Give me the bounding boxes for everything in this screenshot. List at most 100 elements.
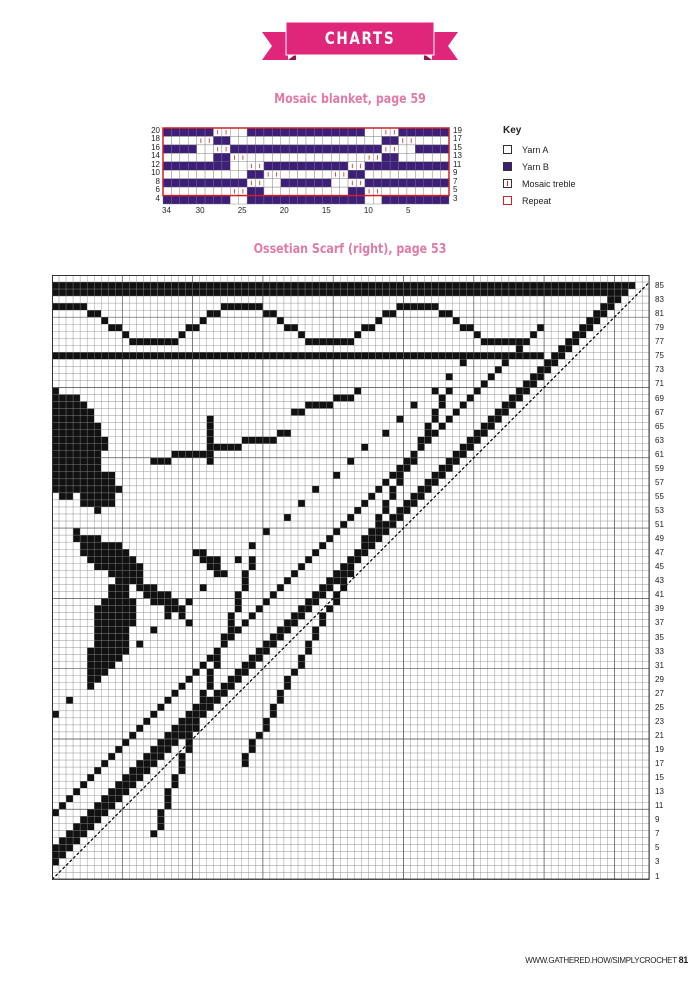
chart-cell bbox=[72, 563, 81, 571]
chart-cell bbox=[403, 302, 411, 311]
chart-cell bbox=[607, 520, 615, 529]
chart-cell bbox=[178, 633, 186, 641]
chart-cell bbox=[635, 401, 643, 409]
chart-cell bbox=[607, 281, 615, 290]
chart-cell bbox=[403, 295, 411, 304]
chart-cell bbox=[157, 478, 165, 487]
chart-cell bbox=[192, 302, 200, 311]
chart-cell bbox=[234, 584, 242, 592]
chart-cell bbox=[607, 478, 615, 487]
chart-cell bbox=[579, 317, 587, 325]
chart-cell bbox=[192, 387, 200, 395]
chart-cell bbox=[318, 506, 327, 515]
chart-cell bbox=[431, 534, 439, 543]
chart-cell bbox=[101, 352, 109, 360]
chart-cell bbox=[586, 584, 594, 592]
chart-cell bbox=[220, 556, 228, 564]
mosaic-cell bbox=[297, 161, 307, 171]
chart-cell bbox=[508, 295, 517, 304]
chart-cell bbox=[220, 387, 228, 395]
chart-cell bbox=[269, 457, 278, 465]
chart-cell bbox=[241, 429, 250, 437]
chart-cell bbox=[297, 302, 306, 311]
chart-cell bbox=[227, 338, 235, 346]
chart-cell bbox=[529, 612, 538, 620]
chart-cell bbox=[494, 485, 503, 494]
chart-cell bbox=[382, 598, 390, 606]
chart-cell bbox=[347, 591, 355, 599]
chart-cell bbox=[143, 513, 151, 522]
chart-cell bbox=[515, 513, 524, 522]
chart-cell bbox=[389, 605, 397, 613]
chart-cell bbox=[438, 422, 446, 430]
chart-cell bbox=[642, 443, 650, 451]
chart-cell bbox=[515, 577, 524, 585]
chart-cell bbox=[101, 563, 109, 571]
chart-cell bbox=[515, 563, 524, 571]
chart-cell bbox=[276, 591, 285, 599]
chart-cell bbox=[375, 302, 383, 311]
chart-cell bbox=[389, 584, 397, 592]
chart-cell bbox=[424, 450, 432, 458]
chart-cell bbox=[283, 288, 292, 297]
chart-cell bbox=[311, 422, 320, 430]
chart-cell bbox=[642, 577, 650, 585]
chart-cell bbox=[122, 295, 130, 304]
chart-cell bbox=[487, 506, 496, 515]
chart-cell bbox=[550, 295, 559, 304]
chart-cell bbox=[572, 647, 580, 655]
chart-cell bbox=[255, 640, 264, 648]
mosaic-cell bbox=[297, 127, 307, 137]
chart-cell bbox=[579, 302, 587, 311]
chart-cell bbox=[333, 548, 341, 557]
chart-cell bbox=[438, 359, 446, 367]
chart-cell bbox=[368, 387, 376, 395]
chart-cell bbox=[494, 309, 503, 318]
chart-cell bbox=[185, 338, 193, 346]
chart-cell bbox=[227, 640, 235, 648]
chart-cell bbox=[297, 464, 306, 473]
chart-cell bbox=[122, 647, 130, 655]
chart-cell bbox=[621, 640, 629, 648]
chart-cell bbox=[600, 380, 608, 388]
chart-cell bbox=[565, 506, 573, 515]
mosaic-cell bbox=[280, 153, 290, 162]
chart-cell bbox=[283, 436, 292, 444]
chart-cell bbox=[424, 288, 432, 297]
chart-cell bbox=[157, 584, 165, 592]
chart-cell bbox=[213, 654, 221, 662]
chart-cell bbox=[333, 605, 341, 613]
chart-cell bbox=[234, 387, 242, 395]
chart-cell bbox=[565, 485, 573, 494]
chart-cell bbox=[494, 288, 503, 297]
chart-cell bbox=[115, 450, 123, 458]
chart-cell bbox=[129, 640, 137, 648]
chart-cell bbox=[255, 387, 264, 395]
chart-cell bbox=[150, 478, 158, 487]
chart-cell bbox=[122, 450, 130, 458]
chart-cell bbox=[283, 520, 292, 529]
chart-cell bbox=[86, 647, 95, 655]
chart-cell bbox=[290, 478, 299, 487]
chart-cell bbox=[466, 485, 474, 494]
mosaic-cell bbox=[440, 136, 450, 146]
chart-cell bbox=[58, 443, 67, 451]
chart-cell bbox=[628, 450, 636, 458]
chart-cell bbox=[508, 492, 517, 501]
chart-cell bbox=[621, 633, 629, 641]
chart-cell bbox=[424, 295, 432, 304]
chart-cell bbox=[297, 436, 306, 444]
chart-cell bbox=[628, 485, 636, 494]
chart-cell bbox=[417, 394, 425, 402]
chart-cell bbox=[157, 309, 165, 318]
chart-cell bbox=[58, 464, 67, 473]
mosaic-cell bbox=[280, 136, 290, 146]
chart-cell bbox=[269, 436, 278, 444]
chart-cell bbox=[255, 464, 264, 473]
chart-cell bbox=[396, 408, 404, 416]
chart-cell bbox=[94, 654, 102, 662]
mosaic-cell bbox=[406, 144, 416, 154]
chart-cell bbox=[311, 324, 320, 332]
chart-cell bbox=[515, 612, 524, 620]
chart-cell bbox=[466, 352, 474, 360]
